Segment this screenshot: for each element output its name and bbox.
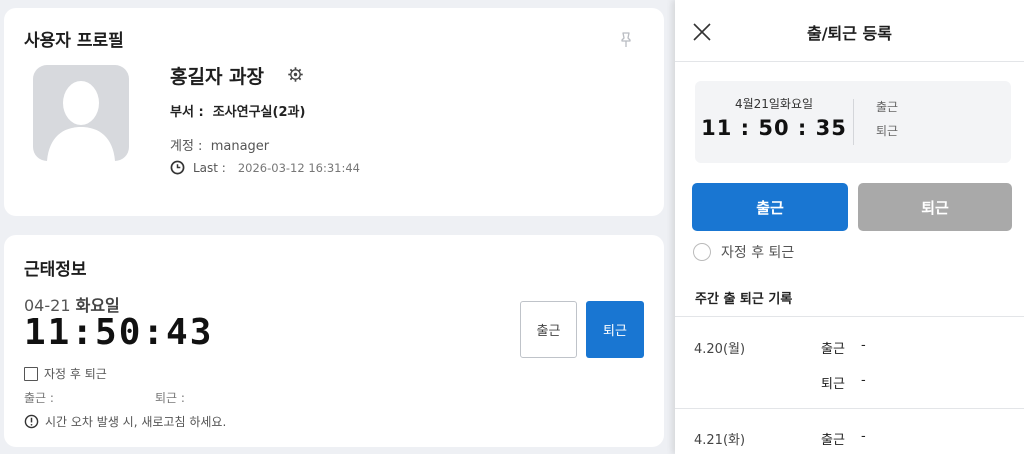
- panel-in-label: 출근: [876, 100, 899, 114]
- divider: [675, 408, 1024, 409]
- department-label: 부서 :: [170, 105, 204, 120]
- avatar-placeholder-icon: [47, 81, 115, 161]
- panel-header: 출/퇴근 등록: [675, 0, 1024, 62]
- weekly-in-label: 출근: [821, 342, 845, 357]
- panel-clock: 11 : 50 : 35: [701, 116, 847, 140]
- account-label: 계정 :: [170, 139, 203, 154]
- attendance-card: 근태정보 04-21 화요일 11:50:43 자정 후 퇴근 출근 : 퇴근 :…: [4, 235, 664, 447]
- last-login-value: 2026-03-12 16:31:44: [237, 160, 360, 175]
- clock-icon: [170, 160, 185, 175]
- warning-icon: [24, 414, 39, 429]
- account: 계정 : manager: [170, 135, 269, 154]
- weekly-in-value: -: [861, 338, 866, 353]
- panel-date: 4월21일화요일: [734, 97, 814, 111]
- profile-title: 사용자 프로필: [24, 31, 124, 51]
- divider: [675, 316, 1024, 317]
- weekly-title: 주간 출 퇴근 기록: [695, 292, 793, 307]
- panel-auto-checkout-radio[interactable]: 자정 후 퇴근: [693, 242, 794, 262]
- panel-out-label: 퇴근: [876, 124, 899, 138]
- refresh-warning: 시간 오차 발생 시, 새로고침 하세요.: [24, 413, 226, 430]
- check-out-label: 퇴근 :: [155, 391, 185, 405]
- account-value: manager: [210, 139, 270, 154]
- avatar: [33, 65, 129, 161]
- department-value: 조사연구실(2과): [212, 105, 306, 120]
- attendance-clock: 11:50:43: [24, 312, 214, 353]
- divider: [853, 99, 854, 145]
- weekly-out-label: 퇴근: [821, 377, 845, 392]
- auto-checkout-label: 자정 후 퇴근: [44, 367, 107, 381]
- auto-checkout-checkbox[interactable]: 자정 후 퇴근: [24, 365, 107, 382]
- last-login-label: Last :: [193, 160, 226, 175]
- user-name: 홍길자 과장: [170, 66, 265, 88]
- radio-circle[interactable]: [693, 243, 711, 261]
- last-login: Last : 2026-03-12 16:31:44: [170, 160, 360, 175]
- attendance-title: 근태정보: [24, 260, 87, 280]
- check-in-label: 출근 :: [24, 391, 54, 405]
- check-in-button[interactable]: 출근: [520, 301, 577, 358]
- panel-check-in-button[interactable]: 출근: [692, 183, 848, 231]
- attendance-times: 출근 : 퇴근 :: [24, 389, 286, 406]
- refresh-warning-text: 시간 오차 발생 시, 새로고침 하세요.: [45, 415, 227, 429]
- department: 부서 : 조사연구실(2과): [170, 101, 305, 120]
- weekly-in-label: 출근: [821, 433, 845, 448]
- panel-check-out-button[interactable]: 퇴근: [858, 183, 1012, 231]
- panel-auto-checkout-label: 자정 후 퇴근: [721, 245, 795, 261]
- gear-icon[interactable]: [287, 66, 304, 83]
- weekly-day: 4.20(월): [694, 342, 746, 357]
- panel-time-box: 4월21일화요일 11 : 50 : 35 출근 퇴근: [695, 81, 1011, 163]
- panel-title: 출/퇴근 등록: [806, 24, 892, 43]
- weekly-out-value: -: [861, 373, 866, 388]
- check-out-button[interactable]: 퇴근: [586, 301, 644, 358]
- pin-icon[interactable]: [616, 30, 636, 50]
- checkbox-box[interactable]: [24, 366, 38, 381]
- attendance-register-panel: 출/퇴근 등록 4월21일화요일 11 : 50 : 35 출근 퇴근 출근 퇴…: [675, 0, 1024, 454]
- weekly-in-value: -: [861, 429, 866, 444]
- weekly-day: 4.21(화): [694, 433, 746, 448]
- profile-card: 사용자 프로필 홍길자 과장 부서 : 조사연구실(2과) 계정 : manag…: [4, 8, 664, 216]
